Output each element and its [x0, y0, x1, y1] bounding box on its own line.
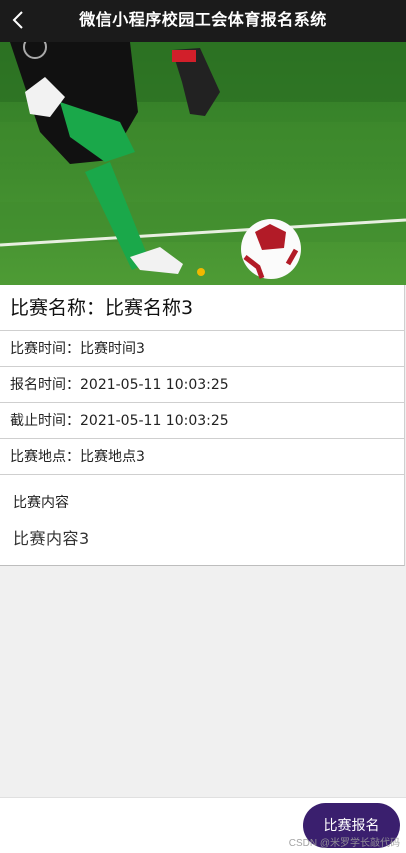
- watermark: CSDN @米罗学长敲代码: [288, 838, 400, 849]
- carousel-indicator-dot[interactable]: [197, 268, 205, 276]
- deadline-time: 截止时间：2021-05-11 10:03:25: [0, 403, 404, 439]
- content-text: 比赛内容3: [13, 529, 90, 548]
- page-title: 微信小程序校园工会体育报名系统: [79, 10, 327, 29]
- navigation-bar: 微信小程序校园工会体育报名系统: [0, 0, 406, 42]
- signup-time: 报名时间：2021-05-11 10:03:25: [0, 367, 404, 403]
- content-label: 比赛内容: [13, 495, 69, 511]
- banner-image: [0, 42, 406, 285]
- banner-carousel[interactable]: [0, 42, 406, 285]
- match-name: 比赛名称：比赛名称3: [0, 285, 404, 331]
- match-time: 比赛时间：比赛时间3: [0, 331, 404, 367]
- match-location: 比赛地点：比赛地点3: [0, 439, 404, 475]
- match-detail-card: 比赛名称：比赛名称3 比赛时间：比赛时间3 报名时间：2021-05-11 10…: [0, 285, 405, 566]
